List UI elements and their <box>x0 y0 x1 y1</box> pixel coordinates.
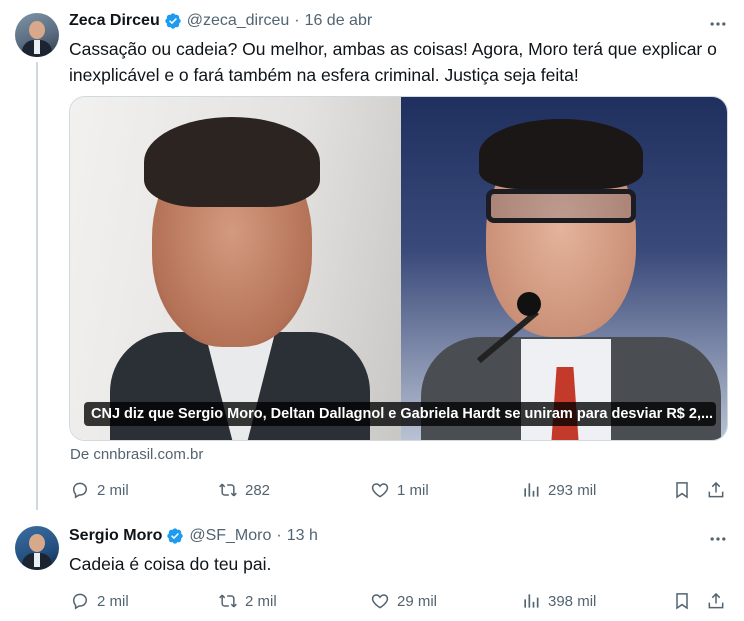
repost-count: 282 <box>245 481 271 499</box>
like-icon <box>371 483 389 498</box>
bookmark-icon <box>676 593 688 610</box>
avatar[interactable] <box>15 526 59 570</box>
verified-badge-icon[interactable] <box>164 12 182 30</box>
share-icon <box>708 592 724 609</box>
avatar[interactable] <box>15 13 59 57</box>
reply-icon <box>72 593 88 610</box>
action-bar: 2 mil 282 1 mil 293 mil <box>0 478 744 502</box>
author-name[interactable]: Zeca Dirceu <box>69 12 160 30</box>
tweet[interactable]: Zeca Dirceu @zeca_dirceu · 16 de abr Cas… <box>0 0 744 515</box>
author-handle[interactable]: @SF_Moro <box>189 527 271 545</box>
like-button[interactable]: 29 mil <box>370 589 437 613</box>
tweet-header: Sergio Moro @SF_Moro · 13 h <box>69 527 318 545</box>
view-count: 293 mil <box>548 481 597 499</box>
repost-count: 2 mil <box>245 592 277 610</box>
share-button[interactable] <box>706 478 726 502</box>
like-icon <box>371 594 389 609</box>
link-card-image[interactable]: CNJ diz que Sergio Moro, Deltan Dallagno… <box>69 96 728 441</box>
views-icon <box>524 483 539 497</box>
more-icon[interactable] <box>708 14 728 34</box>
tweet-text: Cassação ou cadeia? Ou melhor, ambas as … <box>69 39 717 85</box>
verified-badge-icon[interactable] <box>166 527 184 545</box>
photo-left <box>70 97 401 440</box>
card-caption: CNJ diz que Sergio Moro, Deltan Dallagno… <box>84 402 716 426</box>
bookmark-button[interactable] <box>672 589 692 613</box>
reply-count: 2 mil <box>97 592 129 610</box>
author-handle[interactable]: @zeca_dirceu <box>187 12 290 30</box>
separator-dot: · <box>294 12 300 29</box>
separator-dot: · <box>276 527 282 544</box>
more-icon[interactable] <box>708 529 728 549</box>
bookmark-icon <box>676 482 688 499</box>
views-icon <box>524 594 539 608</box>
share-button[interactable] <box>706 589 726 613</box>
reply-button[interactable]: 2 mil <box>70 478 129 502</box>
timestamp[interactable]: 13 h <box>287 527 318 545</box>
reply-icon <box>72 482 88 499</box>
timestamp[interactable]: 16 de abr <box>305 12 373 30</box>
repost-icon <box>219 594 237 608</box>
author-name[interactable]: Sergio Moro <box>69 527 162 545</box>
tweet-text: Cadeia é coisa do teu pai. <box>69 554 272 574</box>
repost-button[interactable]: 2 mil <box>218 589 277 613</box>
card-source[interactable]: De cnnbrasil.com.br <box>70 446 203 463</box>
views-button[interactable]: 293 mil <box>521 478 596 502</box>
bookmark-button[interactable] <box>672 478 692 502</box>
views-button[interactable]: 398 mil <box>521 589 596 613</box>
photo-right <box>401 97 727 440</box>
share-icon <box>708 481 724 498</box>
like-count: 1 mil <box>397 481 429 499</box>
action-bar: 2 mil 2 mil 29 mil 398 mil <box>0 589 744 613</box>
repost-icon <box>219 483 237 497</box>
tweet[interactable]: Sergio Moro @SF_Moro · 13 h Cadeia é coi… <box>0 515 744 621</box>
reply-count: 2 mil <box>97 481 129 499</box>
repost-button[interactable]: 282 <box>218 478 270 502</box>
like-count: 29 mil <box>397 592 438 610</box>
tweet-header: Zeca Dirceu @zeca_dirceu · 16 de abr <box>69 12 372 30</box>
view-count: 398 mil <box>548 592 597 610</box>
reply-button[interactable]: 2 mil <box>70 589 129 613</box>
like-button[interactable]: 1 mil <box>370 478 429 502</box>
